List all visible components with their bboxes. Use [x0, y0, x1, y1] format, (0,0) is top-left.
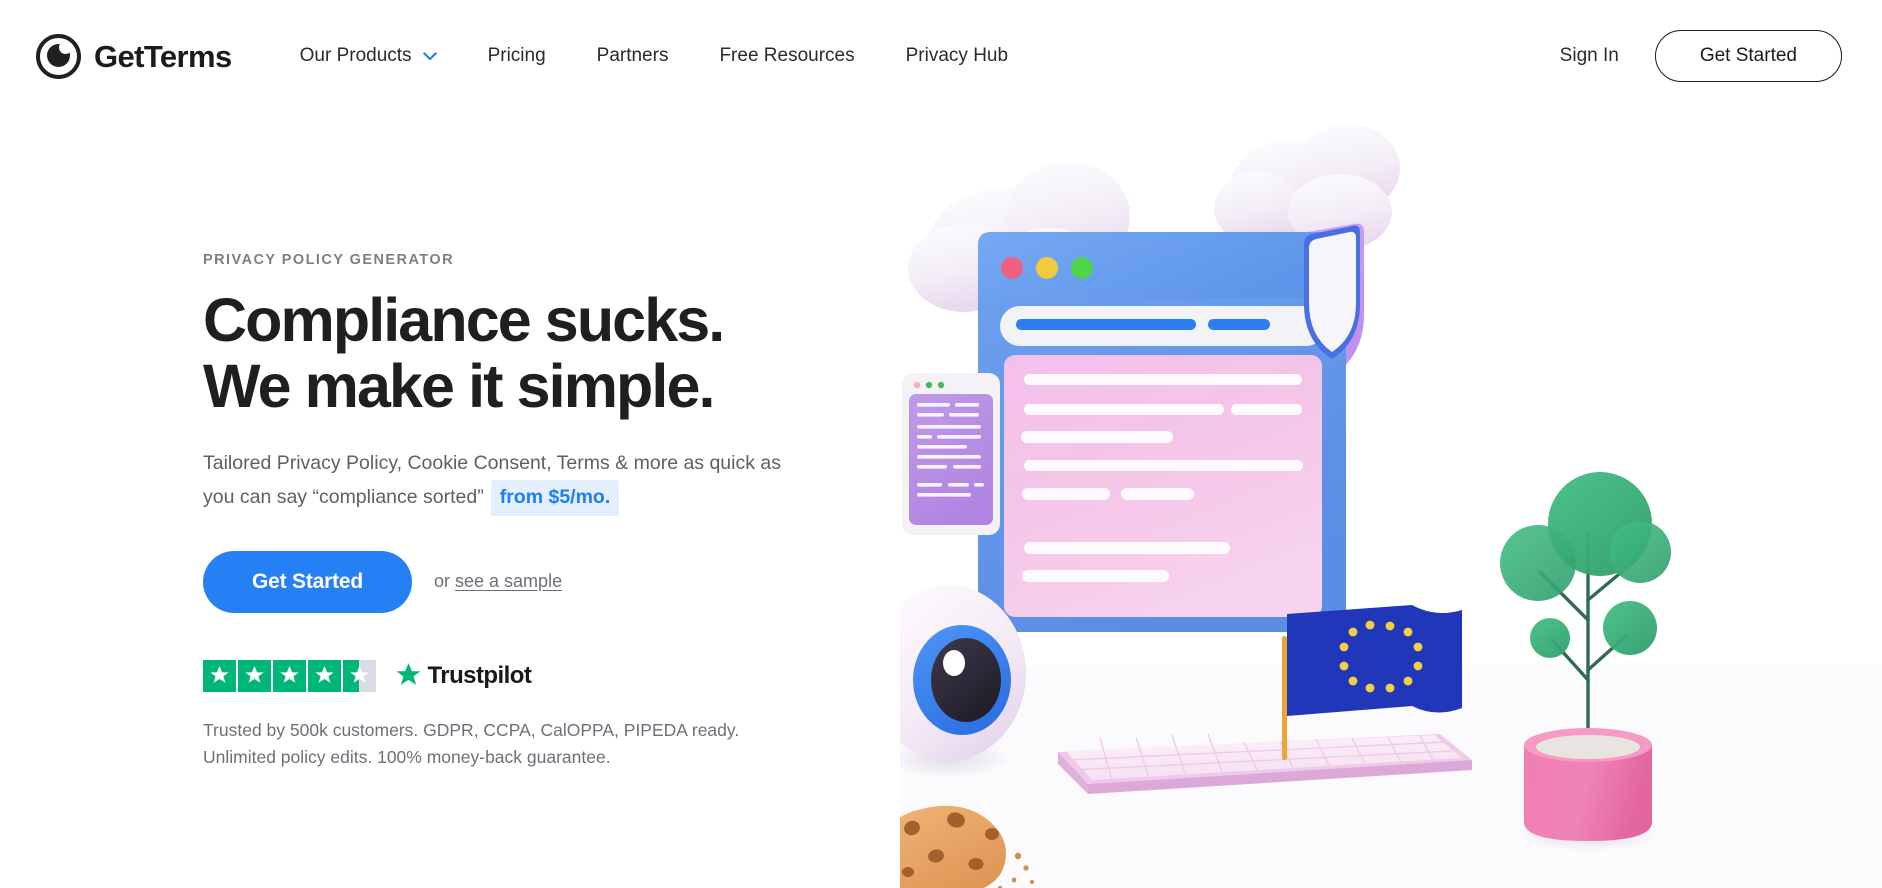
- hero-get-started-button[interactable]: Get Started: [203, 550, 412, 613]
- see-a-sample-link[interactable]: see a sample: [455, 571, 562, 591]
- nav-item-pricing[interactable]: Pricing: [488, 35, 546, 77]
- traffic-light-green: [1071, 257, 1093, 279]
- browser-window: [978, 232, 1346, 632]
- star-icon: [315, 665, 334, 683]
- hero-eyebrow: PRIVACY POLICY GENERATOR: [203, 252, 454, 268]
- traffic-light-red: [1001, 257, 1023, 279]
- trustpilot-rating[interactable]: Trustpilot: [203, 659, 843, 692]
- getterms-eye-logo-icon: [36, 33, 81, 79]
- hero-cta-row: Get Started or see a sample: [203, 550, 843, 613]
- nav-item-partners[interactable]: Partners: [597, 35, 669, 77]
- brand-logo-link[interactable]: GetTerms: [36, 33, 232, 79]
- star-icon: [245, 665, 264, 683]
- traffic-light-yellow: [1036, 257, 1058, 279]
- nav-item-label: Partners: [596, 45, 669, 66]
- trust-note: Trusted by 500k customers. GDPR, CCPA, C…: [203, 717, 843, 772]
- nav-item-label: Privacy Hub: [905, 45, 1009, 66]
- trustpilot-star-icon: [396, 662, 420, 685]
- star-rating: [203, 659, 376, 692]
- star-icon-4: [308, 659, 341, 692]
- trustpilot-wordmark: Trustpilot: [427, 661, 532, 689]
- potted-plant-icon: [1500, 472, 1671, 851]
- code-panel: [902, 373, 1000, 535]
- chevron-down-icon: [422, 51, 437, 60]
- star-icon-5-half: [343, 659, 376, 692]
- sign-in-link[interactable]: Sign In: [1560, 45, 1619, 67]
- trust-note-line-2: Unlimited policy edits. 100% money-back …: [203, 747, 611, 768]
- header-actions: Sign In Get Started: [1560, 30, 1842, 82]
- header-get-started-button[interactable]: Get Started: [1654, 30, 1842, 82]
- plant-leaves: [1500, 472, 1671, 658]
- headline-line-2: We make it simple.: [203, 352, 715, 421]
- nav-item-privacy-hub[interactable]: Privacy Hub: [906, 35, 1008, 77]
- star-icon: [280, 665, 299, 683]
- star-icon-2: [238, 659, 271, 692]
- page-title: Compliance sucks. We make it simple.: [203, 287, 843, 419]
- privacy-compliance-3d-illustration: [900, 120, 1882, 888]
- hero-section: PRIVACY POLICY GENERATOR Compliance suck…: [203, 252, 843, 772]
- eye-highlight: [943, 650, 965, 676]
- star-icon: [210, 665, 229, 683]
- page-root: GetTerms Our Products Pricing Partners F…: [0, 0, 1882, 888]
- headline-line-1: Compliance sucks.: [203, 286, 725, 354]
- cloud-right-icon: [1214, 124, 1400, 250]
- nav-item-label: Pricing: [487, 45, 546, 66]
- trust-note-line-1: Trusted by 500k customers. GDPR, CCPA, C…: [203, 720, 740, 740]
- trustpilot-logo: Trustpilot: [395, 662, 532, 690]
- nav-item-our-products[interactable]: Our Products: [300, 35, 437, 77]
- see-sample-text: or see a sample: [434, 571, 562, 592]
- pot-soil: [1536, 735, 1640, 759]
- star-icon-1: [203, 659, 236, 692]
- nav-item-label: Our Products: [299, 45, 412, 66]
- nav-item-free-resources[interactable]: Free Resources: [719, 35, 854, 77]
- illustration-svg: [900, 124, 1882, 888]
- star-icon-3: [273, 659, 306, 692]
- site-header: GetTerms Our Products Pricing Partners F…: [0, 0, 1882, 112]
- price-badge: from $5/mo.: [490, 479, 620, 516]
- brand-name: GetTerms: [94, 38, 232, 74]
- hero-subcopy: Tailored Privacy Policy, Cookie Consent,…: [203, 448, 803, 516]
- or-prefix: or: [434, 571, 456, 591]
- main-navigation: Our Products Pricing Partners Free Resou…: [300, 35, 1008, 77]
- nav-item-label: Free Resources: [719, 45, 855, 66]
- star-icon: [350, 665, 369, 683]
